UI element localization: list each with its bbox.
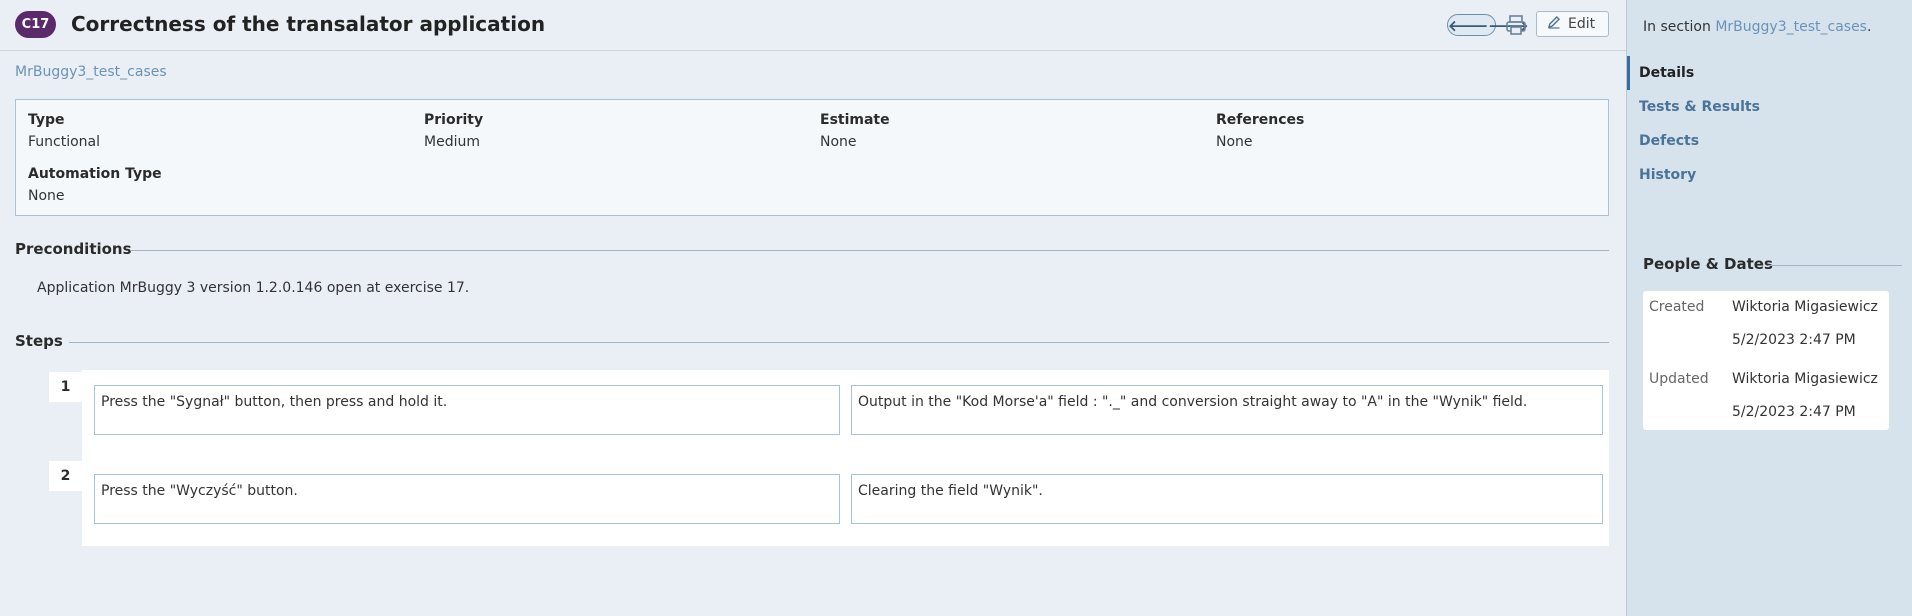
arrow-left-icon[interactable]: 🡐 [1448,16,1488,35]
sidebar: In section MrBuggy3_test_cases. Details … [1626,0,1912,616]
people-dates-heading: People & Dates [1643,255,1773,273]
field-type-value: Functional [28,134,101,150]
people-dates-card: Created Wiktoria Migasiewicz 5/2/2023 2:… [1643,291,1889,430]
step-action: Press the "Sygnał" button, then press an… [94,385,840,435]
field-priority-label: Priority [424,112,484,128]
field-automation-type: Automation Type None [28,166,162,204]
case-id-badge: C17 [15,11,56,38]
page-title: Correctness of the transalator applicati… [71,12,546,36]
case-header: C17 Correctness of the transalator appli… [0,0,1626,51]
field-estimate: Estimate None [820,112,890,150]
edit-button-label: Edit [1568,16,1596,32]
field-estimate-value: None [820,134,857,150]
main-content: C17 Correctness of the transalator appli… [0,0,1626,616]
field-type-label: Type [28,112,65,128]
field-priority: Priority Medium [424,112,483,150]
field-priority-value: Medium [424,134,480,150]
people-dates-divider [1768,265,1902,266]
created-by: Wiktoria Migasiewicz [1732,299,1878,315]
field-references-label: References [1216,112,1305,128]
preconditions-divider [130,250,1609,251]
field-automation-type-value: None [28,188,65,204]
in-section-info: In section MrBuggy3_test_cases. [1643,19,1871,35]
printer-icon[interactable] [1505,13,1527,37]
step-number: 1 [49,372,82,402]
step-expected-result: Output in the "Kod Morse'a" field : "._"… [851,385,1603,435]
updated-label: Updated [1649,371,1709,387]
created-at: 5/2/2023 2:47 PM [1732,332,1856,348]
edit-button[interactable]: Edit [1536,11,1609,37]
step-expected-result: Clearing the field "Wynik". [851,474,1603,524]
updated-at: 5/2/2023 2:47 PM [1732,404,1856,420]
sidebar-item-tests-results[interactable]: Tests & Results [1627,90,1912,124]
sidebar-item-details[interactable]: Details [1627,56,1912,90]
field-automation-type-label: Automation Type [28,166,162,182]
sidebar-nav: Details Tests & Results Defects History [1627,56,1912,192]
step-action: Press the "Wyczyść" button. [94,474,840,524]
sidebar-item-history[interactable]: History [1627,158,1912,192]
section-breadcrumb-link[interactable]: MrBuggy3_test_cases [15,64,167,80]
created-label: Created [1649,299,1705,315]
sidebar-item-defects[interactable]: Defects [1627,124,1912,158]
in-section-prefix: In section [1643,19,1716,35]
field-references: References None [1216,112,1304,150]
steps-heading: Steps [15,332,63,350]
prev-next-navigation: 🡐 🡒 [1447,14,1528,36]
preconditions-heading: Preconditions [15,240,132,258]
in-section-link[interactable]: MrBuggy3_test_cases [1715,19,1867,35]
step-number: 2 [49,461,82,491]
preconditions-text: Application MrBuggy 3 version 1.2.0.146 … [37,280,470,296]
case-fields-panel: Type Functional Priority Medium Estimate… [15,99,1609,216]
field-estimate-label: Estimate [820,112,890,128]
in-section-suffix: . [1866,19,1872,35]
steps-divider [69,342,1609,343]
field-type: Type Functional [28,112,100,150]
pencil-icon [1547,15,1561,33]
updated-by: Wiktoria Migasiewicz [1732,371,1878,387]
field-references-value: None [1216,134,1253,150]
